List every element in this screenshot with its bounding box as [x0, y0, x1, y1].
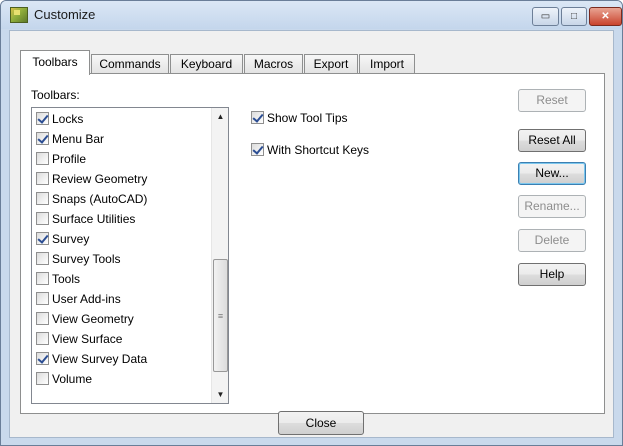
list-item-label: Survey Tools — [52, 252, 121, 266]
app-icon — [10, 7, 28, 23]
checkbox-checked-icon[interactable] — [36, 112, 49, 125]
title-bar[interactable]: Customize ▭ □ ✕ — [1, 1, 622, 29]
list-item-snaps-autocad[interactable]: Snaps (AutoCAD) — [36, 189, 147, 209]
list-item-surface-utilities[interactable]: Surface Utilities — [36, 209, 135, 229]
tab-macros[interactable]: Macros — [244, 54, 303, 74]
list-item-user-add-ins[interactable]: User Add-ins — [36, 289, 121, 309]
dialog-body: Toolbars Commands Keyboard Macros Export… — [9, 30, 614, 438]
scroll-down-arrow-icon[interactable]: ▼ — [212, 386, 228, 403]
checkbox-unchecked-icon[interactable] — [36, 192, 49, 205]
list-item-view-survey-data[interactable]: View Survey Data — [36, 349, 147, 369]
list-item-label: View Survey Data — [52, 352, 148, 366]
list-item-view-surface[interactable]: View Surface — [36, 329, 122, 349]
list-item-label: Profile — [52, 152, 87, 166]
list-item-label: Volume — [52, 372, 93, 386]
list-item-label: Snaps (AutoCAD) — [52, 192, 148, 206]
list-item-label: Tools — [52, 272, 81, 286]
close-button[interactable]: Close — [278, 411, 364, 435]
scroll-thumb[interactable]: ≡ — [213, 259, 228, 372]
checkbox-unchecked-icon[interactable] — [36, 272, 49, 285]
checkbox-unchecked-icon[interactable] — [36, 152, 49, 165]
list-item-view-geometry[interactable]: View Geometry — [36, 309, 134, 329]
list-item-locks[interactable]: Locks — [36, 109, 83, 129]
list-scrollbar[interactable]: ▲ ≡ ▼ — [211, 108, 228, 403]
window-title: Customize — [34, 7, 96, 22]
scroll-up-arrow-icon[interactable]: ▲ — [212, 108, 228, 125]
checkbox-unchecked-icon[interactable] — [36, 292, 49, 305]
list-item-label: Review Geometry — [52, 172, 148, 186]
checkbox-unchecked-icon[interactable] — [36, 312, 49, 325]
toolbars-tab-panel: Toolbars: Locks Menu Bar Profile Review … — [20, 73, 605, 414]
checkbox-unchecked-icon[interactable] — [36, 252, 49, 265]
checkbox-unchecked-icon[interactable] — [36, 372, 49, 385]
toolbars-list-label: Toolbars: — [31, 88, 80, 102]
help-button[interactable]: Help — [518, 263, 586, 286]
minimize-button[interactable]: ▭ — [532, 7, 559, 26]
reset-all-button[interactable]: Reset All — [518, 129, 586, 152]
customize-window: Customize ▭ □ ✕ Toolbars Commands Keyboa… — [0, 0, 623, 446]
checkbox-checked-icon[interactable] — [251, 111, 264, 124]
show-tool-tips-label: Show Tool Tips — [267, 111, 348, 125]
delete-button[interactable]: Delete — [518, 229, 586, 252]
checkbox-unchecked-icon[interactable] — [36, 332, 49, 345]
checkbox-checked-icon[interactable] — [36, 132, 49, 145]
list-item-label: Survey — [52, 232, 90, 246]
list-item-label: Surface Utilities — [52, 212, 136, 226]
maximize-button[interactable]: □ — [561, 7, 587, 26]
checkbox-checked-icon[interactable] — [251, 143, 264, 156]
close-window-button[interactable]: ✕ — [589, 7, 622, 26]
tab-commands[interactable]: Commands — [91, 54, 169, 74]
list-item-survey[interactable]: Survey — [36, 229, 89, 249]
list-item-label: Menu Bar — [52, 132, 105, 146]
list-item-tools[interactable]: Tools — [36, 269, 80, 289]
checkbox-unchecked-icon[interactable] — [36, 212, 49, 225]
toolbars-listbox[interactable]: Locks Menu Bar Profile Review Geometry S… — [31, 107, 229, 404]
tab-export[interactable]: Export — [304, 54, 358, 74]
rename-button[interactable]: Rename... — [518, 195, 586, 218]
tab-keyboard[interactable]: Keyboard — [170, 54, 243, 74]
list-item-menu-bar[interactable]: Menu Bar — [36, 129, 104, 149]
tab-import[interactable]: Import — [359, 54, 415, 74]
with-shortcut-keys-label: With Shortcut Keys — [267, 143, 370, 157]
show-tool-tips-option[interactable]: Show Tool Tips — [251, 109, 348, 127]
reset-button[interactable]: Reset — [518, 89, 586, 112]
tab-toolbars[interactable]: Toolbars — [20, 50, 90, 75]
list-item-profile[interactable]: Profile — [36, 149, 86, 169]
list-item-label: Locks — [52, 112, 84, 126]
list-item-label: View Geometry — [52, 312, 134, 326]
list-item-label: View Surface — [52, 332, 123, 346]
list-item-volume[interactable]: Volume — [36, 369, 92, 389]
checkbox-unchecked-icon[interactable] — [36, 172, 49, 185]
checkbox-checked-icon[interactable] — [36, 232, 49, 245]
new-button[interactable]: New... — [518, 162, 586, 185]
list-item-review-geometry[interactable]: Review Geometry — [36, 169, 147, 189]
list-item-label: User Add-ins — [52, 292, 121, 306]
with-shortcut-keys-option[interactable]: With Shortcut Keys — [251, 141, 369, 159]
list-item-survey-tools[interactable]: Survey Tools — [36, 249, 120, 269]
checkbox-checked-icon[interactable] — [36, 352, 49, 365]
